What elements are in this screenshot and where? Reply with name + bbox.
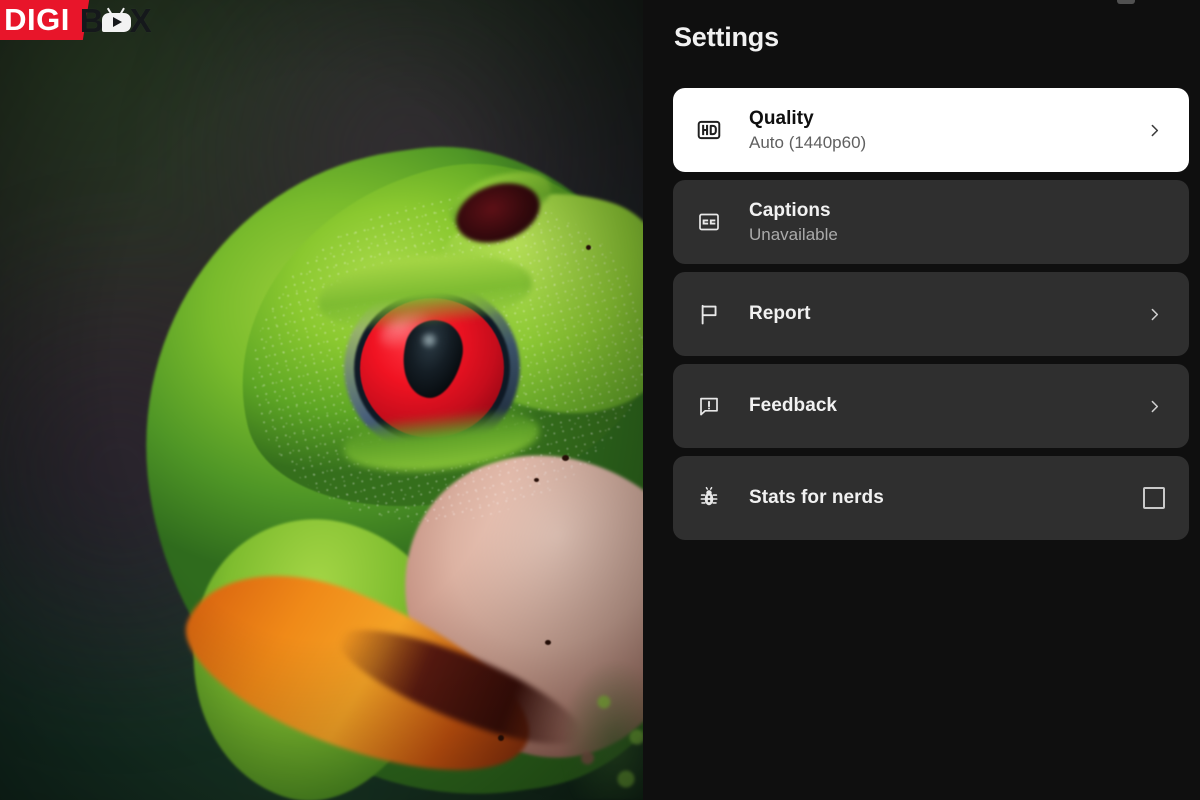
logo-box-text: B X <box>79 1 152 39</box>
play-triangle-icon <box>112 17 122 27</box>
logo-digi-text: DIGI <box>4 2 70 37</box>
chevron-right-icon[interactable] <box>1141 393 1167 419</box>
settings-item-stats-for-nerds[interactable]: Stats for nerds <box>673 456 1189 540</box>
skin-dot <box>498 735 504 741</box>
settings-item-label: Feedback <box>749 395 838 417</box>
closed-captions-icon <box>693 206 725 238</box>
settings-menu-list: Quality Auto (1440p60) Captions Unavaila… <box>673 88 1189 540</box>
settings-item-value: Auto (1440p60) <box>749 132 867 152</box>
brand-logo[interactable]: DIGI B X <box>0 0 152 40</box>
settings-item-label: Stats for nerds <box>749 487 884 509</box>
settings-item-text: Quality Auto (1440p60) <box>749 108 1129 152</box>
settings-item-label: Captions <box>749 199 831 221</box>
flag-icon <box>693 298 725 330</box>
panel-top-handle[interactable] <box>1117 0 1135 4</box>
settings-panel: Settings Quality Auto (1440p60) Captions… <box>643 0 1200 800</box>
logo-box-letter-x: X <box>129 1 152 39</box>
settings-item-report[interactable]: Report <box>673 272 1189 356</box>
frog-eye <box>314 245 543 480</box>
settings-item-quality[interactable]: Quality Auto (1440p60) <box>673 88 1189 172</box>
bug-icon <box>693 482 725 514</box>
logo-digi-badge: DIGI <box>0 0 89 40</box>
settings-item-text: Stats for nerds <box>749 487 1129 509</box>
settings-item-feedback[interactable]: Feedback <box>673 364 1189 448</box>
tv-play-icon <box>101 7 131 32</box>
logo-box-letter-b: B <box>79 1 104 39</box>
chevron-right-icon[interactable] <box>1141 301 1167 327</box>
moss-cluster <box>560 660 643 800</box>
settings-item-text: Report <box>749 303 1129 325</box>
settings-item-text: Captions Unavailable <box>749 200 1129 244</box>
skin-dot <box>545 640 551 645</box>
video-surface[interactable]: DIGI B X <box>0 0 643 800</box>
chevron-right-icon[interactable] <box>1141 117 1167 143</box>
skin-dot <box>586 245 591 250</box>
settings-item-label: Report <box>749 303 811 325</box>
video-player-app: DIGI B X Settings Quality Auto (1440p60)… <box>0 0 1200 800</box>
settings-item-label: Quality <box>749 107 814 129</box>
feedback-bubble-icon <box>693 390 725 422</box>
checkbox-unchecked-icon[interactable] <box>1143 487 1165 509</box>
page-title: Settings <box>674 22 779 52</box>
skin-dot <box>562 455 569 461</box>
settings-item-captions[interactable]: Captions Unavailable <box>673 180 1189 264</box>
settings-item-value: Unavailable <box>749 224 838 244</box>
settings-item-text: Feedback <box>749 395 1129 417</box>
hd-icon <box>693 114 725 146</box>
stats-checkbox[interactable] <box>1141 485 1167 511</box>
skin-dot <box>534 478 539 482</box>
